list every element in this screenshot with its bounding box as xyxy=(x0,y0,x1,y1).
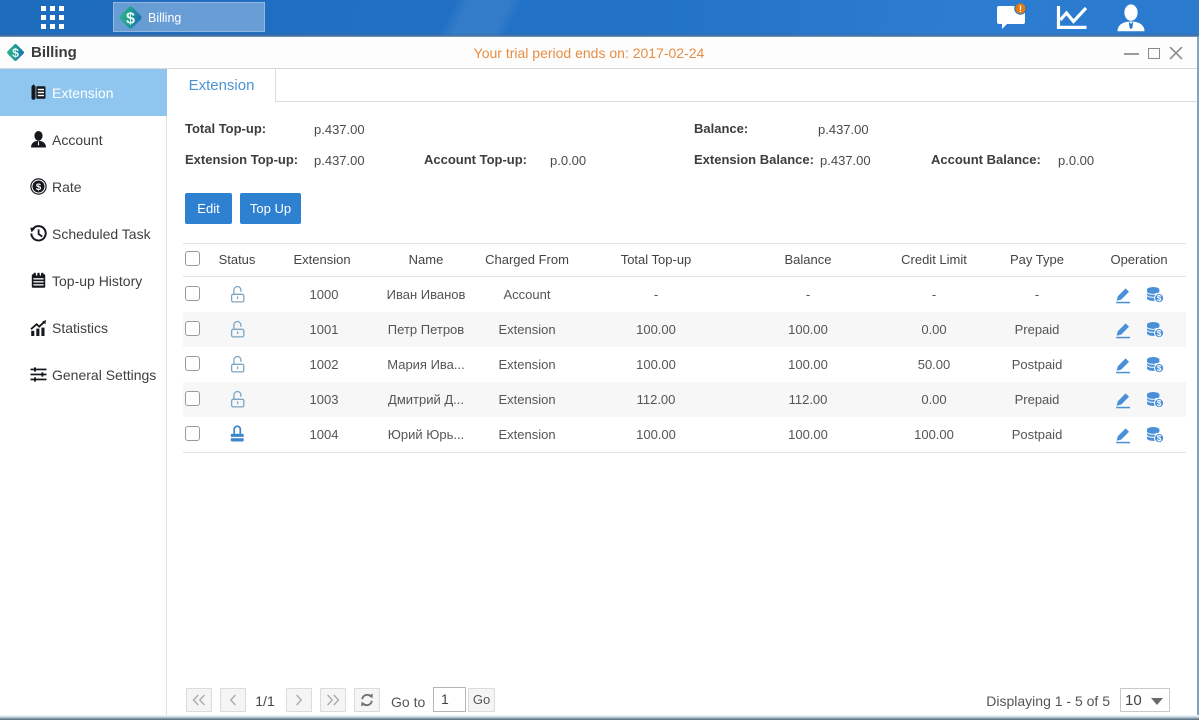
svg-text:$: $ xyxy=(36,182,42,193)
svg-text:!: ! xyxy=(1019,4,1022,14)
